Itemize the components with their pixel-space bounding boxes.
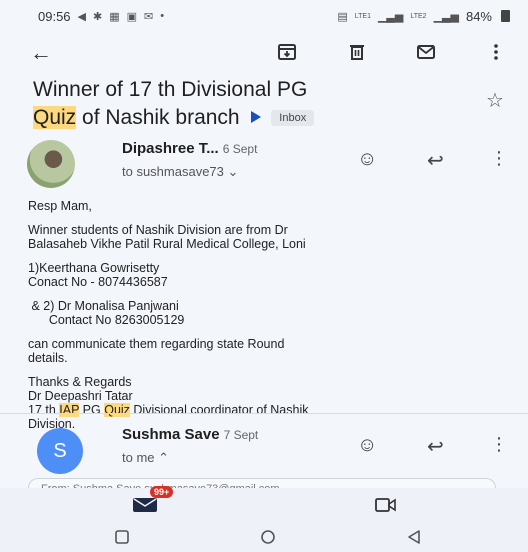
sender-name: Dipashree T... 6 Sept xyxy=(122,140,257,157)
sig-highlight: Quiz xyxy=(104,403,130,417)
sig-text: PG xyxy=(79,403,105,417)
sig-text: 17 th xyxy=(28,403,60,417)
sender-name-text: Sushma Save xyxy=(122,426,220,443)
subject-highlight: Quiz xyxy=(33,106,77,129)
signature-name: Dr Deepashri Tatar xyxy=(28,389,133,403)
gallery-icon: ▦ xyxy=(109,10,120,23)
reply-icon[interactable]: ↩ xyxy=(427,148,444,173)
recipient-line[interactable]: to me ⌃ xyxy=(122,450,169,466)
message-date: 7 Sept xyxy=(223,428,259,442)
meet-tab-icon[interactable] xyxy=(374,496,398,514)
message-header[interactable]: S Sushma Save 7 Sept to me ⌃ ☺ ↩ ⋮ xyxy=(0,426,528,476)
star-icon[interactable]: ☆ xyxy=(486,88,504,113)
reply-icon[interactable]: ↩ xyxy=(427,434,444,459)
greeting: Resp Mam, xyxy=(28,199,92,213)
more-vert-icon[interactable]: ⋮ xyxy=(490,148,508,169)
body-line: Balasaheb Vikhe Patil Rural Medical Coll… xyxy=(28,237,306,251)
signal-icon: ▁▃▅ xyxy=(433,10,459,23)
message-header[interactable]: Dipashree T... 6 Sept to sushmasave73 ⌄ ☺… xyxy=(0,140,528,190)
bottom-nav: 99+ xyxy=(0,486,528,520)
sig-highlight: IAP xyxy=(59,403,80,417)
app-bar: ← xyxy=(0,32,528,72)
email-subject: Winner of 17 th Divisional PG Quiz of Na… xyxy=(33,76,473,132)
avatar[interactable] xyxy=(27,140,75,188)
status-left: 09:56 ◀ ✱ ▦ ▣ ✉ • xyxy=(38,9,164,24)
mark-unread-icon[interactable] xyxy=(416,42,436,62)
delete-icon[interactable] xyxy=(347,42,367,62)
lte2-label: LTE2 xyxy=(410,12,427,20)
signature-title: 17 th IAP PG Quiz Divisional coordinator… xyxy=(28,403,498,417)
battery-percent: 84% xyxy=(465,8,492,24)
send-icon: ◀ xyxy=(77,10,87,23)
recents-icon[interactable] xyxy=(112,528,132,546)
mail-icon: ✉ xyxy=(144,10,154,23)
dot-icon: • xyxy=(160,10,165,22)
back-arrow-icon[interactable]: ← xyxy=(30,40,52,66)
signal-icon: ▁▃▅ xyxy=(377,10,404,23)
chevron-up-icon[interactable]: ⌃ xyxy=(158,450,169,465)
winner-2-contact: Contact No 8263005129 xyxy=(28,313,185,327)
archive-icon[interactable] xyxy=(277,42,297,62)
winner-2-name: & 2) Dr Monalisa Panjwani xyxy=(28,299,179,313)
back-nav-icon[interactable] xyxy=(404,528,424,546)
alarm-icon: ▤ xyxy=(337,10,348,23)
body-line: can communicate them regarding state Rou… xyxy=(28,337,285,351)
pin-icon: ✱ xyxy=(93,10,103,23)
avatar[interactable]: S xyxy=(37,428,83,474)
home-icon[interactable] xyxy=(258,528,278,546)
recipient-line[interactable]: to sushmasave73 ⌄ xyxy=(122,164,238,180)
winner-1-name: 1)Keerthana Gowrisetty xyxy=(28,261,160,275)
sender-name: Sushma Save 7 Sept xyxy=(122,426,258,443)
status-right: ▤ LTE1 ▁▃▅ LTE2 ▁▃▅ 84% xyxy=(337,9,510,24)
sender-name-text: Dipashree T... xyxy=(122,140,219,157)
unread-badge: 99+ xyxy=(150,486,174,498)
system-nav-bar xyxy=(0,520,528,552)
battery-icon xyxy=(501,10,510,22)
more-vert-icon[interactable] xyxy=(486,42,506,62)
status-bar: 09:56 ◀ ✱ ▦ ▣ ✉ • ▤ LTE1 ▁▃▅ LTE2 ▁▃▅ 84… xyxy=(0,0,528,32)
subject-text: Winner of 17 th Divisional PG xyxy=(33,78,308,101)
important-marker-icon[interactable] xyxy=(251,111,262,123)
body-line: details. xyxy=(28,351,68,365)
winner-1-contact: Conact No - 8074436587 xyxy=(28,275,168,289)
lte1-label: LTE1 xyxy=(354,12,371,20)
subject-text-end: of Nashik branch xyxy=(76,106,240,129)
closing-line: Thanks & Regards xyxy=(28,375,132,389)
message-icon: ▣ xyxy=(126,10,138,23)
chevron-down-icon[interactable]: ⌄ xyxy=(228,164,239,179)
body-line: Winner students of Nashik Division are f… xyxy=(28,223,288,237)
recipient-text: to sushmasave73 xyxy=(122,164,224,179)
message-date: 6 Sept xyxy=(222,142,258,156)
emoji-reaction-icon[interactable]: ☺ xyxy=(357,434,377,457)
more-vert-icon[interactable]: ⋮ xyxy=(490,434,508,455)
message-body: Resp Mam, Winner students of Nashik Divi… xyxy=(28,199,498,431)
inbox-label[interactable]: Inbox xyxy=(271,110,315,126)
divider xyxy=(0,413,528,414)
status-time: 09:56 xyxy=(38,8,71,24)
sig-text: Divisional coordinator of Nashik xyxy=(129,403,309,417)
recipient-text: to me xyxy=(122,450,155,465)
emoji-reaction-icon[interactable]: ☺ xyxy=(357,148,377,171)
